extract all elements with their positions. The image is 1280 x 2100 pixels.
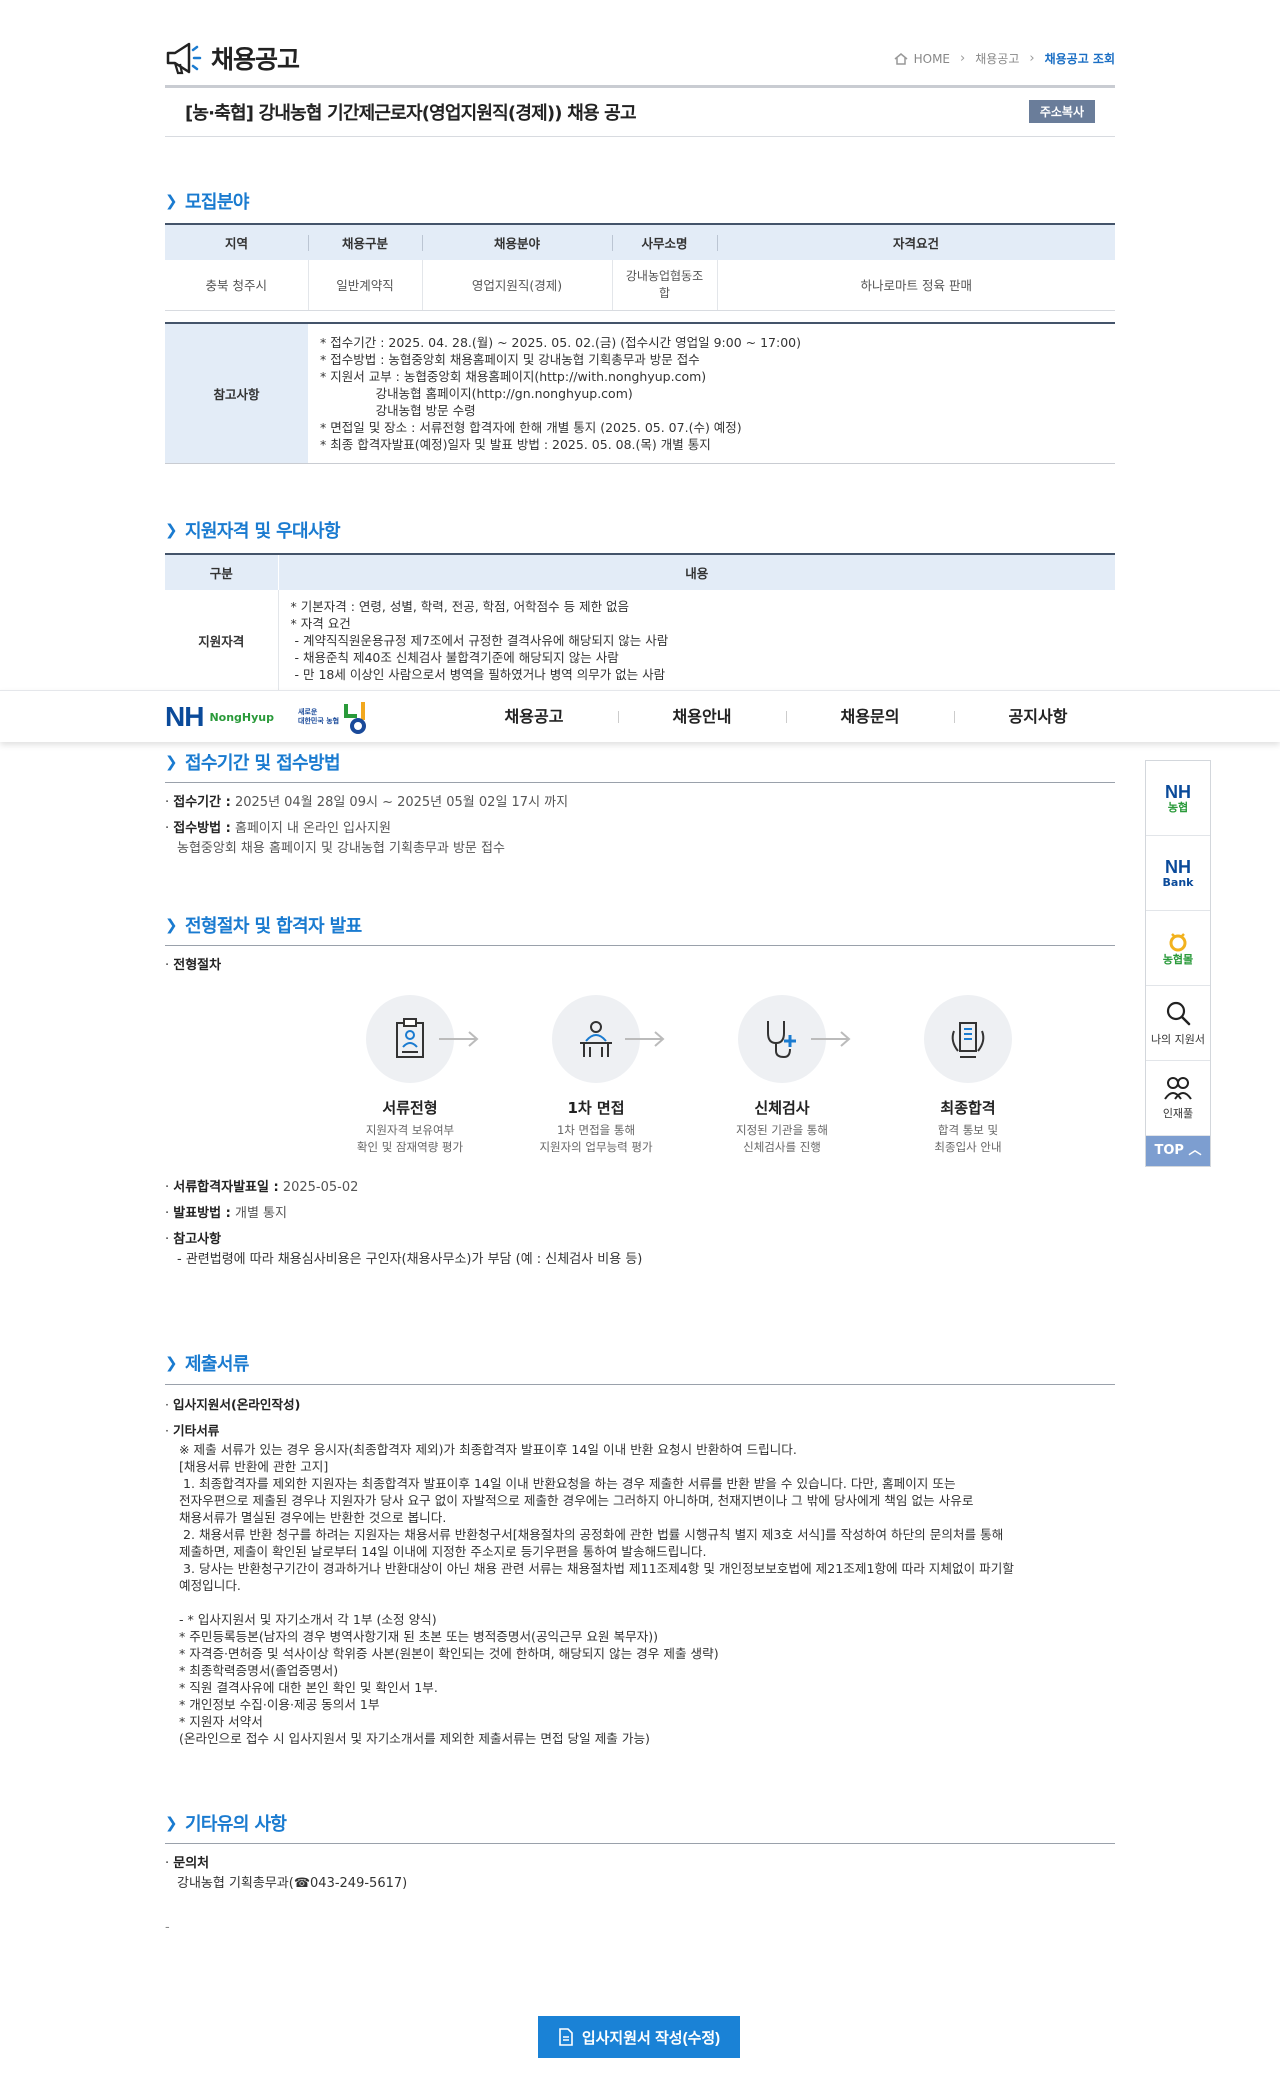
logo-nh: NH <box>165 701 204 732</box>
col-header: 사무소명 <box>612 223 717 260</box>
section-rule <box>165 782 1115 783</box>
nh-mall-icon <box>1169 932 1187 951</box>
megaphone-icon <box>166 42 202 75</box>
section-title-process: ❯ 전형절차 및 합격자 발표 <box>165 916 362 937</box>
page-title-text: 채용공고 <box>211 45 300 74</box>
top-button[interactable]: TOP ︿ <box>1146 1136 1210 1166</box>
process-steps: 서류전형 지원자격 보유여부 확인 및 잠재역량 평가 1차 면접 1차 면접을… <box>320 995 1012 1156</box>
recruit-notes: 참고사항 * 접수기간 : 2025. 04. 28.(월) ~ 2025. 0… <box>165 322 1115 464</box>
recruit-table-wrap: 지역 채용구분 채용분야 사무소명 자격요건 충북 청주시 일반계약직 영업지원… <box>165 223 1115 311</box>
recruit-table: 지역 채용구분 채용분야 사무소명 자격요건 충북 청주시 일반계약직 영업지원… <box>165 223 1115 311</box>
page-header: 채용공고 HOME › 채용공고 › 채용공고 조회 <box>165 38 1115 88</box>
col-header: 내용 <box>277 553 1115 590</box>
documents-notes: ※ 제출 서류가 있는 경우 응시자(최종합격자 제외)가 최종합격자 발표이후… <box>179 1442 1014 1746</box>
col-header: 채용분야 <box>422 223 612 260</box>
search-icon <box>1166 1001 1191 1026</box>
nav-notice[interactable]: 공지사항 <box>954 691 1122 743</box>
certificate-icon <box>951 1022 985 1058</box>
period-block: · 접수기간 : 2025년 04월 28일 09시 ~ 2025년 05월 0… <box>165 795 569 856</box>
main-menu: 채용공고 채용안내 채용문의 공지사항 <box>450 691 1122 743</box>
home-icon[interactable] <box>894 52 908 65</box>
quick-my-application[interactable]: 나의 지원서 <box>1146 986 1210 1061</box>
quick-menu: NH 농협 NH Bank 농협몰 나의 지원서 인재풀 TOP ︿ <box>1145 760 1211 1167</box>
cell-type: 일반계약직 <box>307 260 422 311</box>
cell-field: 영업지원직(경제) <box>421 260 612 311</box>
breadcrumb-current: 채용공고 조회 <box>1044 52 1115 66</box>
arrow-right-icon <box>811 1031 851 1047</box>
etc-block: · 문의처 강내농협 기획총무과(☎043-249-5617) - <box>165 1856 408 1935</box>
page-title: 채용공고 <box>165 40 300 76</box>
section-title-etc: ❯ 기타유의 사항 <box>165 1814 287 1835</box>
nonghyup-symbol-icon <box>344 702 367 734</box>
step-health-check: 신체검사 지정된 기관을 통해 신체검사를 진행 <box>692 995 872 1156</box>
document-edit-icon <box>559 2028 573 2046</box>
slogan-logo: 새로운 대한민국 농협 <box>298 700 373 734</box>
qualification-table-wrap: 구분 내용 지원자격 * 기본자격 : 연령, 성별, 학력, 전공, 학점, … <box>165 553 1115 690</box>
interview-icon <box>580 1021 612 1057</box>
quick-nh-mall[interactable]: 농협몰 <box>1146 911 1210 986</box>
quick-talent-pool[interactable]: 인재풀 <box>1146 1061 1210 1136</box>
arrow-right-icon <box>439 1031 479 1047</box>
qualification-label: 지원자격 <box>198 634 245 649</box>
copy-url-button[interactable]: 주소복사 <box>1028 100 1095 123</box>
col-header: 구분 <box>165 553 278 590</box>
step-document: 서류전형 지원자격 보유여부 확인 및 잠재역량 평가 <box>320 995 500 1156</box>
section-title-period: ❯ 접수기간 및 접수방법 <box>165 753 341 774</box>
people-icon <box>1164 1077 1192 1100</box>
chevron-right-icon: › <box>960 51 966 66</box>
section-title-qualification: ❯ 지원자격 및 우대사항 <box>165 521 341 542</box>
col-header: 채용구분 <box>308 223 422 260</box>
cell-requirement: 하나로마트 정육 판매 <box>716 260 1115 311</box>
cell-office: 강내농업협동조 합 <box>611 260 717 311</box>
quick-nonghyup[interactable]: NH 농협 <box>1146 761 1210 836</box>
chevron-up-icon: ︿ <box>1188 1143 1202 1158</box>
breadcrumb-recruit[interactable]: 채용공고 <box>975 50 1019 67</box>
chevron-icon: ❯ <box>165 521 178 539</box>
step-interview: 1차 면접 1차 면접을 통해 지원자의 업무능력 평가 <box>506 995 686 1156</box>
section-title-recruit: ❯ 모집분야 <box>165 192 249 213</box>
breadcrumb-home[interactable]: HOME <box>914 52 950 66</box>
section-rule <box>165 1843 1115 1844</box>
chevron-icon: ❯ <box>165 1814 178 1832</box>
chevron-icon: ❯ <box>165 1354 178 1372</box>
qualification-content: * 기본자격 : 연령, 성별, 학력, 전공, 학점, 어학점수 등 제한 없… <box>277 590 1115 690</box>
nav-guide[interactable]: 채용안내 <box>618 691 786 743</box>
notes-content: * 접수기간 : 2025. 04. 28.(월) ~ 2025. 05. 02… <box>320 335 801 452</box>
col-header: 지역 <box>165 223 308 260</box>
breadcrumb: HOME › 채용공고 › 채용공고 조회 <box>894 50 1115 67</box>
sticky-nav: NH NongHyup 새로운 대한민국 농협 채용공고 채용안내 채용문의 공… <box>0 690 1280 742</box>
arrow-right-icon <box>625 1031 665 1047</box>
chevron-right-icon: › <box>1029 51 1035 66</box>
col-header: 자격요건 <box>717 223 1115 260</box>
step-final: 최종합격 합격 통보 및 최종입사 안내 <box>878 995 1058 1156</box>
chevron-icon: ❯ <box>165 753 178 771</box>
nav-inquiry[interactable]: 채용문의 <box>786 691 954 743</box>
post-title-bar: [농·축협] 강내농협 기간제근로자(영업지원직(경제)) 채용 공고 주소복사 <box>165 95 1115 137</box>
section-rule <box>165 1384 1115 1385</box>
recruit-notes-wrap: 참고사항 * 접수기간 : 2025. 04. 28.(월) ~ 2025. 0… <box>165 322 1115 464</box>
chevron-icon: ❯ <box>165 192 178 210</box>
qualification-table: 구분 내용 지원자격 * 기본자격 : 연령, 성별, 학력, 전공, 학점, … <box>165 553 1115 690</box>
documents-block: · 입사지원서(온라인작성) · 기타서류 ※ 제출 서류가 있는 경우 응시자… <box>165 1395 1115 1747</box>
logo-nonghyup: NongHyup <box>209 710 275 724</box>
apply-button[interactable]: 입사지원서 작성(수정) <box>538 2016 740 2058</box>
nav-recruit[interactable]: 채용공고 <box>450 691 618 743</box>
table-row: 지원자격 * 기본자격 : 연령, 성별, 학력, 전공, 학점, 어학점수 등… <box>165 590 1115 690</box>
clipboard-icon <box>396 1018 424 1058</box>
process-details: · 서류합격자발표일 : 2025-05-02 · 발표방법 : 개별 통지 ·… <box>165 1180 643 1267</box>
notes-label: 참고사항 <box>165 323 308 464</box>
nh-logo[interactable]: NH NongHyup 새로운 대한민국 농협 <box>165 700 373 734</box>
post-title: [농·축협] 강내농협 기간제근로자(영업지원직(경제)) 채용 공고 <box>185 103 637 124</box>
cell-region: 충북 청주시 <box>165 260 308 311</box>
table-row: 충북 청주시 일반계약직 영업지원직(경제) 강내농업협동조 합 하나로마트 정… <box>165 260 1115 311</box>
stethoscope-icon <box>767 1021 796 1059</box>
section-title-documents: ❯ 제출서류 <box>165 1354 249 1375</box>
chevron-icon: ❯ <box>165 916 178 934</box>
section-rule <box>165 945 1115 946</box>
quick-nh-bank[interactable]: NH Bank <box>1146 836 1210 911</box>
